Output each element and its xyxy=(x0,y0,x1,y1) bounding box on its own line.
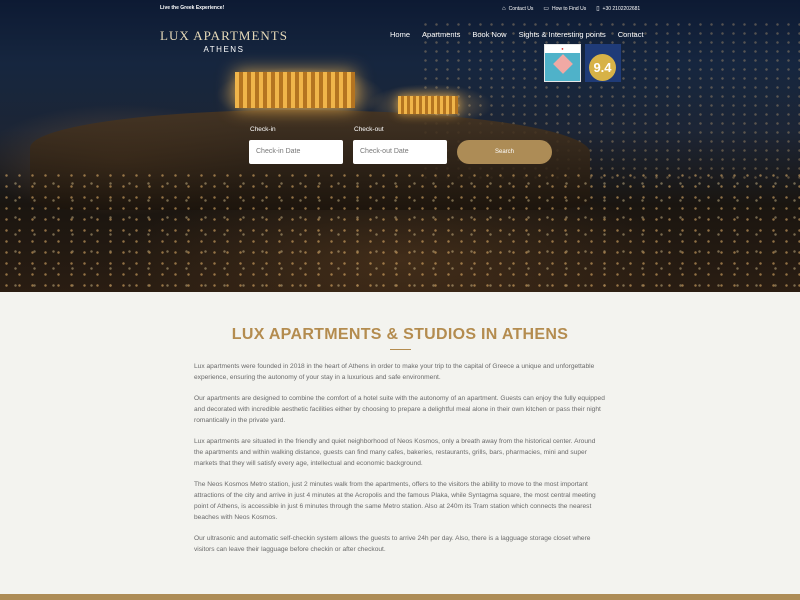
about-section: LUX APARTMENTS & STUDIOS IN ATHENS Lux a… xyxy=(0,292,800,594)
phone-label: +30 2102202681 xyxy=(602,5,641,12)
home-icon: ⌂ xyxy=(502,5,506,12)
paragraph: The Neos Kosmos Metro station, just 2 mi… xyxy=(194,481,596,521)
parthenon xyxy=(235,72,355,108)
nav-sights[interactable]: Sights & Interesting points xyxy=(519,30,606,39)
logo-line1: LUX APARTMENTS xyxy=(160,28,288,43)
footer-bar xyxy=(0,594,800,600)
paragraph: Lux apartments are situated in the frien… xyxy=(194,438,596,467)
contact-us-label: Contact Us xyxy=(508,5,534,12)
checkin-date-input[interactable]: Check-in Date xyxy=(249,140,343,164)
phone-icon: ▯ xyxy=(596,6,600,12)
heading-divider xyxy=(390,349,411,350)
how-to-find-us-label: How to Find Us xyxy=(552,5,587,12)
propylaea xyxy=(398,96,458,114)
booking-score: 9.4 xyxy=(589,54,616,81)
nav-book-now[interactable]: Book Now xyxy=(472,30,506,39)
checkout-label: Check-out xyxy=(354,126,384,133)
nav-home[interactable]: Home xyxy=(390,30,410,39)
booking-score-badge[interactable]: 9.4 xyxy=(585,44,621,82)
paragraph: Our ultrasonic and automatic self-checki… xyxy=(194,535,591,553)
search-button[interactable]: Search xyxy=(457,140,552,164)
section-heading: LUX APARTMENTS & STUDIOS IN ATHENS xyxy=(231,326,569,343)
how-to-find-us-link[interactable]: ▭ How to Find Us xyxy=(543,5,587,13)
about-text: Lux apartments were founded in 2018 in t… xyxy=(194,361,606,565)
award-badge[interactable]: ● xyxy=(544,44,581,82)
foreground-lights xyxy=(0,170,800,292)
map-icon: ▭ xyxy=(543,6,550,12)
contact-us-link[interactable]: ⌂ Contact Us xyxy=(502,5,533,12)
checkin-label: Check-in xyxy=(250,126,276,133)
phone-link[interactable]: ▯ +30 2102202681 xyxy=(596,5,641,13)
site-logo[interactable]: LUX APARTMENTS ATHENS xyxy=(160,28,288,54)
checkout-date-input[interactable]: Check-out Date xyxy=(353,140,447,164)
award-badge-top: ● xyxy=(545,45,580,53)
nav-contact[interactable]: Contact xyxy=(618,30,644,39)
tagline: Live the Greek Experience! xyxy=(160,5,225,11)
top-bar: Live the Greek Experience! ⌂ Contact Us … xyxy=(0,0,800,16)
top-links: ⌂ Contact Us ▭ How to Find Us ▯ +30 2102… xyxy=(502,5,641,13)
award-badge-emblem xyxy=(553,54,573,74)
nav-apartments[interactable]: Apartments xyxy=(422,30,460,39)
paragraph: Lux apartments were founded in 2018 in t… xyxy=(194,363,595,381)
main-nav: Home Apartments Book Now Sights & Intere… xyxy=(390,30,644,39)
paragraph: Our apartments are designed to combine t… xyxy=(194,395,605,424)
logo-line2: ATHENS xyxy=(203,45,245,54)
